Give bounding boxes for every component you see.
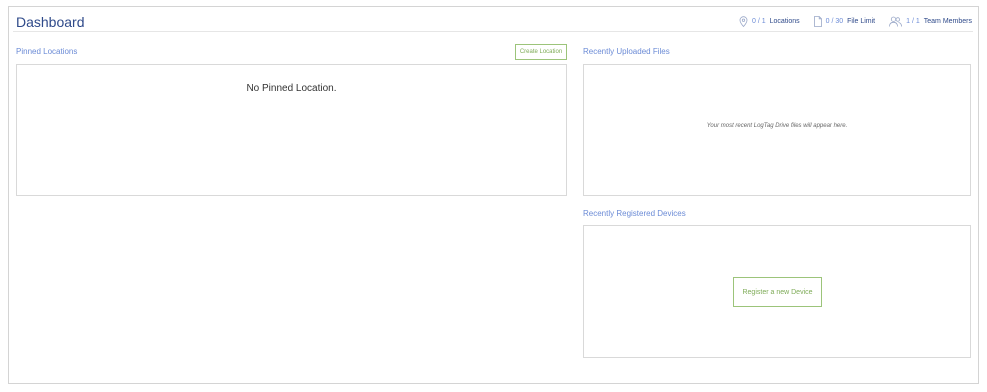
usage-stats: 0 / 1 Locations 0 / 30 File Limit 1 / 1 … bbox=[739, 16, 972, 27]
pinned-locations-panel: No Pinned Location. bbox=[16, 64, 567, 196]
header-divider bbox=[13, 31, 973, 32]
location-pin-icon bbox=[739, 16, 748, 27]
stat-file-limit[interactable]: 0 / 30 File Limit bbox=[813, 16, 876, 27]
recent-files-empty-message: Your most recent LogTag Drive files will… bbox=[706, 123, 848, 129]
stat-file-limit-unit: File Limit bbox=[847, 18, 876, 25]
recent-files-label: Recently Uploaded Files bbox=[583, 47, 670, 56]
stat-locations-unit: Locations bbox=[769, 18, 800, 25]
stat-file-limit-count: 0 / 30 bbox=[825, 18, 844, 25]
file-icon bbox=[813, 16, 822, 27]
register-device-button[interactable]: Register a new Device bbox=[733, 277, 822, 307]
recent-devices-panel: Register a new Device bbox=[583, 225, 971, 358]
recent-devices-label: Recently Registered Devices bbox=[583, 209, 686, 218]
pinned-empty-message: No Pinned Location. bbox=[246, 83, 337, 94]
recent-files-panel: Your most recent LogTag Drive files will… bbox=[583, 64, 971, 196]
stat-team-members[interactable]: 1 / 1 Team Members bbox=[889, 16, 972, 27]
stat-team-members-unit: Team Members bbox=[923, 18, 972, 25]
create-location-button[interactable]: Create Location bbox=[515, 44, 567, 60]
stat-locations-count: 0 / 1 bbox=[752, 18, 766, 25]
stat-locations[interactable]: 0 / 1 Locations bbox=[739, 16, 800, 27]
stat-team-members-count: 1 / 1 bbox=[906, 18, 920, 25]
pinned-locations-label: Pinned Locations bbox=[16, 47, 78, 56]
team-members-icon bbox=[889, 16, 903, 27]
page-title: Dashboard bbox=[16, 14, 85, 30]
